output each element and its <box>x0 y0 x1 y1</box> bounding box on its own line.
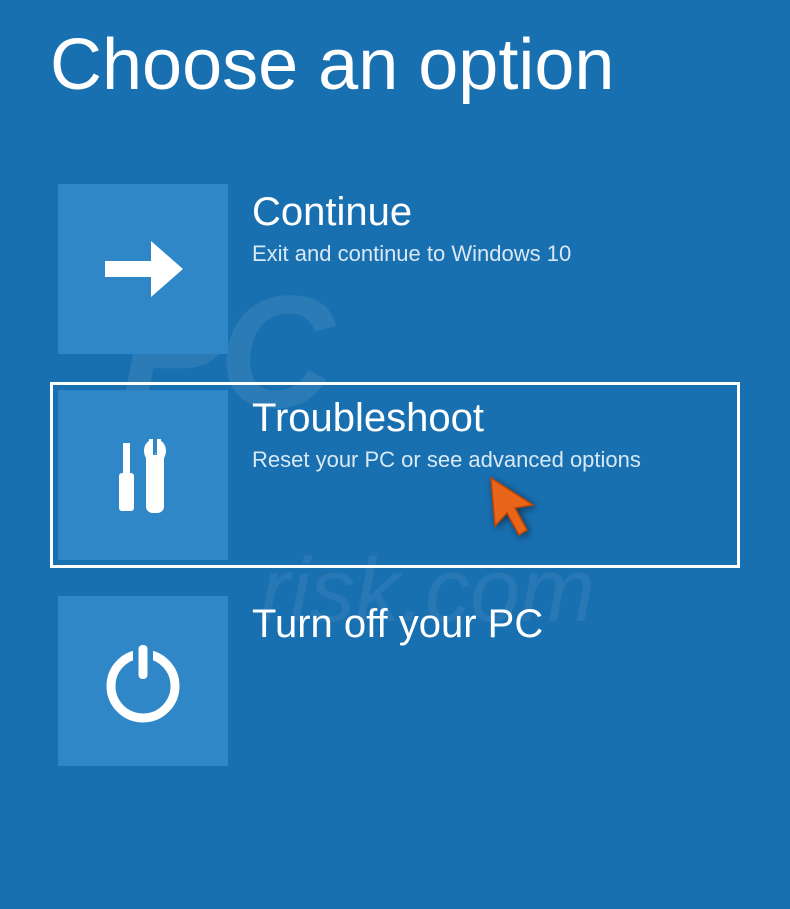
option-title: Troubleshoot <box>252 396 641 440</box>
option-text-group: Troubleshoot Reset your PC or see advanc… <box>228 390 641 475</box>
option-subtitle: Exit and continue to Windows 10 <box>252 240 571 269</box>
option-title: Continue <box>252 190 571 234</box>
pointer-cursor-icon <box>483 470 543 540</box>
page-title: Choose an option <box>0 0 790 106</box>
option-continue[interactable]: Continue Exit and continue to Windows 10 <box>50 176 740 362</box>
option-text-group: Continue Exit and continue to Windows 10 <box>228 184 571 269</box>
option-turnoff[interactable]: Turn off your PC <box>50 588 740 774</box>
turnoff-icon-box <box>58 596 228 766</box>
option-subtitle: Reset your PC or see advanced options <box>252 446 641 475</box>
troubleshoot-icon-box <box>58 390 228 560</box>
option-troubleshoot[interactable]: Troubleshoot Reset your PC or see advanc… <box>50 382 740 568</box>
options-list: Continue Exit and continue to Windows 10… <box>0 106 790 774</box>
power-icon <box>93 631 193 731</box>
tools-icon <box>93 425 193 525</box>
option-title: Turn off your PC <box>252 602 543 646</box>
continue-icon-box <box>58 184 228 354</box>
option-text-group: Turn off your PC <box>228 596 543 652</box>
arrow-right-icon <box>93 219 193 319</box>
